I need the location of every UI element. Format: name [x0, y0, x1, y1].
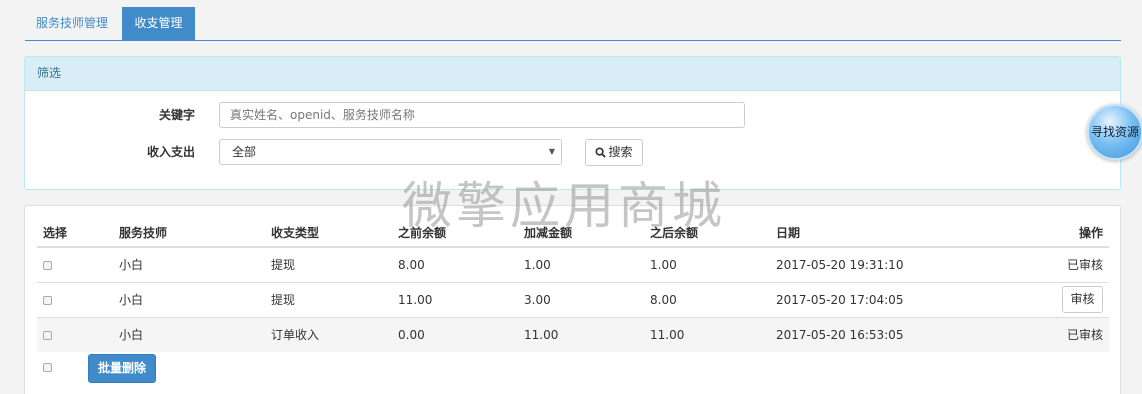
income-expense-row: 收入支出 全部 ▼ 搜索	[25, 139, 1120, 166]
table-row: 小白 提现 8.00 1.00 1.00 2017-05-20 19:31:10…	[37, 246, 1109, 282]
cell-date: 2017-05-20 16:53:05	[770, 316, 970, 352]
cell-status-audited: 已审核	[970, 316, 1109, 352]
keyword-input[interactable]	[219, 102, 745, 128]
records-panel: 选择 服务技师 收支类型 之前余额 加减金额 之后余额 日期 操作 小白 提现 …	[24, 205, 1121, 394]
cell-before: 11.00	[392, 281, 518, 317]
header-action: 操作	[970, 218, 1109, 248]
caret-down-icon: ▼	[548, 147, 555, 156]
tab-bar: 服务技师管理 收支管理	[25, 7, 1121, 41]
keyword-label: 关键字	[158, 108, 195, 122]
row-checkbox[interactable]	[43, 330, 52, 340]
cell-change: 3.00	[518, 281, 644, 317]
header-date: 日期	[770, 218, 970, 248]
search-button[interactable]: 搜索	[585, 139, 643, 166]
table-header-row: 选择 服务技师 收支类型 之前余额 加减金额 之后余额 日期 操作	[37, 218, 1109, 248]
tab-technician-management[interactable]: 服务技师管理	[25, 7, 119, 40]
cell-type: 提现	[265, 246, 392, 282]
cell-change: 11.00	[518, 316, 644, 352]
cell-before: 8.00	[392, 246, 518, 282]
cell-after: 11.00	[644, 316, 770, 352]
filter-panel: 筛选 关键字 收入支出 全部 ▼ 搜索	[24, 56, 1121, 190]
filter-panel-heading: 筛选	[25, 57, 1120, 91]
cell-before: 0.00	[392, 316, 518, 352]
cell-technician: 小白	[113, 246, 265, 282]
select-all-checkbox[interactable]	[43, 363, 52, 372]
cell-status-audited: 已审核	[970, 246, 1109, 282]
header-select: 选择	[37, 218, 113, 248]
income-expense-label: 收入支出	[146, 145, 195, 159]
bulk-delete-button[interactable]: 批量删除	[88, 354, 156, 383]
keyword-row: 关键字	[25, 102, 1120, 128]
table-row: 小白 提现 11.00 3.00 8.00 2017-05-20 17:04:0…	[37, 281, 1109, 317]
cell-type: 订单收入	[265, 316, 392, 352]
cell-date: 2017-05-20 17:04:05	[770, 281, 970, 317]
header-type: 收支类型	[265, 218, 392, 248]
header-before-balance: 之前余额	[392, 218, 518, 248]
row-checkbox[interactable]	[43, 260, 52, 270]
cell-after: 8.00	[644, 281, 770, 317]
audit-button[interactable]: 审核	[1062, 286, 1103, 313]
table-row: 小白 订单收入 0.00 11.00 11.00 2017-05-20 16:5…	[37, 316, 1109, 352]
cell-change: 1.00	[518, 246, 644, 282]
cell-after: 1.00	[644, 246, 770, 282]
search-button-label: 搜索	[608, 145, 633, 159]
tab-income-expense-management[interactable]: 收支管理	[122, 7, 195, 40]
row-checkbox[interactable]	[43, 295, 52, 305]
records-table: 选择 服务技师 收支类型 之前余额 加减金额 之后余额 日期 操作 小白 提现 …	[37, 218, 1109, 352]
cell-type: 提现	[265, 281, 392, 317]
header-after-balance: 之后余额	[644, 218, 770, 248]
income-expense-selected-value: 全部	[232, 145, 257, 159]
income-expense-select[interactable]: 全部 ▼	[219, 139, 562, 165]
cell-technician: 小白	[113, 316, 265, 352]
search-icon	[595, 147, 607, 158]
header-technician: 服务技师	[113, 218, 265, 248]
cell-date: 2017-05-20 19:31:10	[770, 246, 970, 282]
header-change-amount: 加减金额	[518, 218, 644, 248]
cell-technician: 小白	[113, 281, 265, 317]
find-resources-button[interactable]: 寻找资源	[1087, 104, 1142, 160]
